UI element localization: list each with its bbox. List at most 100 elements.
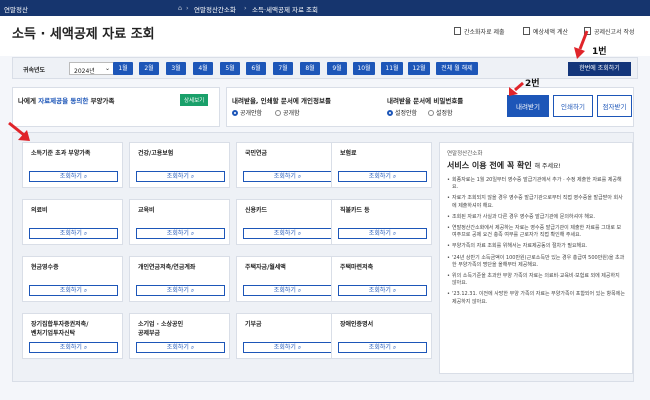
month-2-button[interactable]: 2월 — [139, 62, 159, 75]
month-1-button[interactable]: 1월 — [113, 62, 133, 75]
password-none-radio[interactable]: 설정안함 — [387, 108, 417, 117]
card-title: 건강/고용보험 — [138, 150, 174, 157]
card-query-button[interactable]: 조회하기 ⌕ — [338, 171, 427, 182]
radio-empty-icon — [275, 110, 281, 116]
home-icon[interactable]: ⌂ — [178, 4, 182, 12]
year-month-bar: 귀속년도 2024년 ⌄ 1월 2월 3월 4월 5월 6월 7월 8월 9월 1… — [12, 57, 638, 79]
notice-item: '24년 상반기 소득금액이 100만원(근로소득만 있는 경우 총급여 500… — [447, 255, 625, 269]
card-query-button[interactable]: 조회하기 ⌕ — [136, 171, 225, 182]
month-11-button[interactable]: 11월 — [381, 62, 403, 75]
download-button[interactable]: 내려받기 — [507, 95, 549, 117]
month-10-button[interactable]: 10월 — [353, 62, 375, 75]
braille-button[interactable]: 점자받기 — [597, 95, 632, 117]
estimate-tax-link[interactable]: 예상세액 계산 — [523, 27, 568, 36]
card-title: 주택자금/월세액 — [245, 264, 286, 271]
all-month-clear-button[interactable]: 전체 월 해제 — [436, 62, 478, 75]
search-icon: ⌕ — [190, 344, 195, 351]
card-title: 주택마련저축 — [340, 264, 374, 271]
card-query-button[interactable]: 조회하기 ⌕ — [338, 285, 427, 296]
chevron-down-icon: ⌄ — [104, 65, 110, 72]
card-2: 건강/고용보험조회하기 ⌕ — [129, 142, 230, 188]
search-icon: ⌕ — [83, 173, 88, 180]
card-title: 신용카드 — [245, 207, 268, 214]
personal-info-show-radio[interactable]: 공개함 — [275, 108, 300, 117]
search-icon: ⌕ — [190, 287, 195, 294]
submit-data-link[interactable]: 간소화자료 제출 — [454, 27, 505, 36]
card-title: 장기집합투자증권저축/벤처기업투자신탁 — [31, 321, 89, 337]
print-button[interactable]: 인쇄하기 — [553, 95, 593, 117]
card-title: 직불카드 등 — [340, 207, 370, 214]
card-query-button[interactable]: 조회하기 ⌕ — [243, 228, 332, 239]
notice-item: 위의 소득기준을 초과한 부양 가족의 자료는 의료비·교육비·보험료 외에 제… — [447, 273, 625, 287]
notice-panel: 연말정산간소화 서비스 이용 전에 꼭 확인 해 주세요! 회종자료는 1월 2… — [439, 142, 633, 374]
card-query-button[interactable]: 조회하기 ⌕ — [338, 228, 427, 239]
card-query-button[interactable]: 조회하기 ⌕ — [243, 285, 332, 296]
card-16: 장애인증명서 조회하기 ⌕ — [331, 313, 432, 359]
radio-empty-icon — [428, 110, 434, 116]
card-6: 교육비 조회하기 ⌕ — [129, 199, 230, 245]
consent-panel — [12, 87, 220, 127]
red-arrow-icon-1 — [574, 30, 589, 59]
card-query-button[interactable]: 조회하기 ⌕ — [136, 342, 225, 353]
card-title: 소기업 · 소상공인 공제부금 — [138, 321, 184, 337]
card-title: 보험료 — [340, 150, 357, 157]
consent-detail-button[interactable]: 상세보기 — [180, 94, 209, 106]
month-7-button[interactable]: 7월 — [273, 62, 293, 75]
card-query-button[interactable]: 조회하기 ⌕ — [338, 342, 427, 353]
notice-headline: 서비스 이용 전에 꼭 확인 해 주세요! — [447, 161, 561, 170]
password-title: 내려받을 문서에 비밀번호를 — [387, 97, 464, 105]
card-title: 기부금 — [245, 321, 262, 328]
annotation-1: 1번 — [592, 47, 607, 57]
password-set-radio[interactable]: 설정함 — [428, 108, 453, 117]
month-9-button[interactable]: 9월 — [327, 62, 347, 75]
search-icon: ⌕ — [297, 344, 302, 351]
year-select[interactable]: 2024년 ⌄ — [69, 62, 115, 75]
site-logo[interactable]: 연말정산 — [4, 4, 28, 14]
card-title: 의료비 — [31, 207, 48, 214]
personal-info-hide-radio[interactable]: 공개안함 — [232, 108, 262, 117]
month-3-button[interactable]: 3월 — [166, 62, 186, 75]
search-icon: ⌕ — [297, 230, 302, 237]
radio-selected-icon — [232, 110, 238, 116]
month-12-button[interactable]: 12월 — [408, 62, 430, 75]
search-icon: ⌕ — [83, 230, 88, 237]
document-icon — [454, 27, 461, 35]
search-icon: ⌕ — [392, 287, 397, 294]
month-6-button[interactable]: 6월 — [246, 62, 266, 75]
card-15: 기부금조회하기 ⌕ — [236, 313, 337, 359]
notice-item: 조회된 자료가 사실과 다른 경우 영수증 발급기관에 문의하셔야 해요. — [447, 214, 625, 221]
card-title: 국민연금 — [245, 150, 268, 157]
breadcrumb-1[interactable]: 연말정산간소화 — [194, 4, 236, 14]
card-7: 신용카드조회하기 ⌕ — [236, 199, 337, 245]
card-9: 현금영수증 조회하기 ⌕ — [22, 256, 123, 302]
card-query-button[interactable]: 조회하기 ⌕ — [136, 285, 225, 296]
card-query-button[interactable]: 조회하기 ⌕ — [29, 342, 118, 353]
month-4-button[interactable]: 4월 — [193, 62, 213, 75]
card-1: 소득기준 초과 부양가족 조회하기 ⌕ — [22, 142, 123, 188]
radio-selected-icon — [387, 110, 393, 116]
search-icon: ⌕ — [83, 344, 88, 351]
search-icon: ⌕ — [190, 173, 195, 180]
query-all-button[interactable]: 한번에 조회하기 — [568, 62, 631, 76]
card-query-button[interactable]: 조회하기 ⌕ — [29, 228, 118, 239]
search-icon: ⌕ — [392, 173, 397, 180]
month-8-button[interactable]: 8월 — [300, 62, 320, 75]
write-report-link[interactable]: 공제신고서 작성 — [584, 27, 635, 36]
red-arrow-icon-3 — [8, 121, 30, 141]
card-query-button[interactable]: 조회하기 ⌕ — [136, 228, 225, 239]
card-title: 개인연금저축/연금계좌 — [138, 264, 196, 271]
chevron-icon: › — [244, 4, 247, 12]
card-5: 의료비조회하기 ⌕ — [22, 199, 123, 245]
card-10: 개인연금저축/연금계좌조회하기 ⌕ — [129, 256, 230, 302]
red-arrow-icon-2 — [509, 81, 524, 96]
card-query-button[interactable]: 조회하기 ⌕ — [29, 171, 118, 182]
notice-item: 부양가족의 자료 조회를 위해서는 자료제공동의 절차가 필요해요. — [447, 243, 625, 250]
card-13: 장기집합투자증권저축/벤처기업투자신탁조회하기 ⌕ — [22, 313, 123, 359]
card-query-button[interactable]: 조회하기 ⌕ — [29, 285, 118, 296]
card-query-button[interactable]: 조회하기 ⌕ — [243, 342, 332, 353]
calculator-icon — [523, 27, 530, 35]
year-label: 귀속년도 — [23, 67, 46, 74]
breadcrumb-2[interactable]: 소득·세액공제 자료 조회 — [252, 4, 318, 14]
card-query-button[interactable]: 조회하기 ⌕ — [243, 171, 332, 182]
month-5-button[interactable]: 5월 — [220, 62, 240, 75]
